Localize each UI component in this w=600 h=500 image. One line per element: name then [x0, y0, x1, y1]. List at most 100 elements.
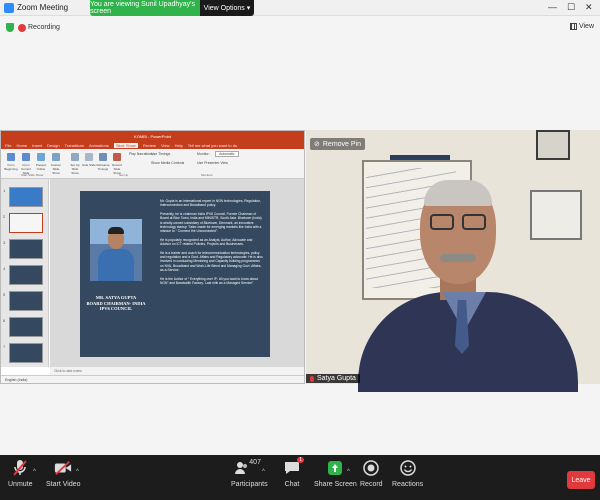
ppt-menu-animations[interactable]: Animations [89, 143, 109, 148]
muted-mic-icon [11, 459, 29, 477]
share-screen-icon [326, 459, 344, 477]
video-off-icon [54, 459, 72, 477]
slide-thumbnail[interactable]: 7 [3, 343, 43, 363]
chat-icon: 1 [283, 457, 304, 477]
remove-pin-button[interactable]: ⊘ Remove Pin [310, 138, 366, 150]
from-beginning-icon[interactable] [7, 153, 15, 161]
meeting-toolbar: Unmute ^ Start Video ^ 407 Participants … [0, 455, 600, 500]
media-controls-check[interactable]: Show Media Controls [151, 161, 184, 165]
presenter-view-check[interactable]: Use Presenter View [197, 161, 228, 165]
record-show-icon[interactable] [113, 153, 121, 161]
muted-mic-icon [310, 375, 314, 382]
chevron-down-icon: ▾ [246, 5, 251, 12]
ppt-menu-transitions[interactable]: Transitions [65, 143, 84, 148]
bio-paragraph: Presently, he is chairman India IPV6 Cou… [160, 211, 262, 234]
ppt-menu-help[interactable]: Help [175, 143, 183, 148]
participants-label: Participants [231, 481, 268, 488]
view-label: View [578, 23, 594, 30]
view-options-label: View Options [203, 4, 245, 12]
participants-caret[interactable]: ^ [262, 469, 265, 475]
record-icon [362, 459, 380, 477]
setup-show-label: Set Up Slide Show [70, 163, 80, 175]
ppt-status-bar: English (India) [1, 375, 304, 383]
group-start-slide-show: Start Slide Show [21, 173, 44, 177]
ppt-menu-home[interactable]: Home [16, 143, 27, 148]
ppt-menu-file[interactable]: File [5, 143, 11, 148]
ppt-menu-slide-show[interactable]: Slide Show [113, 142, 138, 148]
ppt-tell-me[interactable]: Tell me what you want to do [188, 143, 237, 148]
wall-certificate [530, 190, 582, 240]
bio-paragraph: He is popularly recognized as an Analyst… [160, 237, 253, 247]
current-slide[interactable]: MR. SATYA GUPTA BOARD CHAIRMAN- INDIA IP… [80, 191, 270, 357]
slide-thumbnail[interactable]: 6 [3, 317, 43, 337]
view-options-button[interactable]: View Options ▾ [200, 0, 254, 16]
wall-frame [536, 130, 570, 160]
slide-thumbnail[interactable]: 4 [3, 265, 43, 285]
rehearse-icon[interactable] [99, 153, 107, 161]
present-online-icon[interactable] [37, 153, 45, 161]
from-current-icon[interactable] [22, 153, 30, 161]
hide-slide-icon[interactable] [85, 153, 93, 161]
ppt-ribbon: From Beginning From Current Slide Presen… [1, 149, 304, 179]
slide-thumbnail[interactable]: 1 [3, 187, 43, 207]
bio-paragraph: Mr. Gupta is an international expert in … [160, 199, 261, 208]
glasses-icon [430, 214, 454, 230]
ppt-menu-design[interactable]: Design [47, 143, 59, 148]
share-screen-label: Share Screen [314, 481, 357, 488]
shared-screen: KOMBI - PowerPoint File Home Insert Desi… [0, 130, 305, 384]
audio-options-caret[interactable]: ^ [33, 469, 36, 475]
speaker-name-block: MR. SATYA GUPTA BOARD CHAIRMAN- INDIA IP… [84, 295, 148, 312]
hide-slide-label: Hide Slide [82, 163, 96, 167]
video-options-caret[interactable]: ^ [76, 469, 79, 475]
record-label: Record [360, 481, 383, 488]
ppt-menu-review[interactable]: Review [143, 143, 156, 148]
participant-name: Satya Gupta [317, 375, 356, 382]
maximize-button[interactable]: ☐ [567, 2, 575, 13]
leave-button[interactable]: Leave [567, 471, 595, 489]
grid-icon [569, 23, 577, 30]
unmute-button[interactable]: Unmute [8, 459, 33, 488]
ppt-menu-insert[interactable]: Insert [32, 143, 42, 148]
play-narrations-check[interactable]: Play Narrations [129, 152, 153, 156]
from-beginning-label: From Beginning [4, 163, 18, 171]
speaker-photo [90, 219, 142, 281]
recording-icon [18, 24, 26, 32]
slide-thumbnail[interactable]: 5 [3, 291, 43, 311]
shield-icon[interactable] [6, 23, 14, 32]
ppt-menu-bar: File Home Insert Design Transitions Anim… [1, 141, 304, 149]
chat-badge: 1 [297, 457, 304, 463]
share-banner-message: You are viewing Sunil Upadhyay's screen [90, 0, 200, 16]
person-mustache [440, 254, 476, 262]
use-timings-check[interactable]: Use Timings [151, 152, 170, 156]
monitor-label: Monitor: [197, 152, 210, 156]
glasses-icon [462, 214, 486, 230]
slide-thumbnail[interactable]: 3 [3, 239, 43, 259]
pin-icon: ⊘ [314, 141, 320, 148]
share-banner: You are viewing Sunil Upadhyay's screen … [90, 0, 254, 16]
window-title: Zoom Meeting [17, 3, 69, 12]
custom-show-icon[interactable] [52, 153, 60, 161]
meeting-status-bar: Recording View [0, 17, 600, 39]
record-button[interactable]: Record [360, 459, 383, 488]
group-monitors: Monitors [201, 173, 213, 177]
view-button[interactable]: View [569, 23, 594, 30]
share-screen-button[interactable]: Share Screen [314, 459, 357, 488]
participants-icon: 407 [235, 459, 263, 477]
monitor-select[interactable]: Automatic [215, 151, 239, 157]
ppt-menu-view[interactable]: View [161, 143, 170, 148]
slide-thumbnail[interactable]: 2 [3, 213, 43, 233]
minimize-button[interactable]: — [548, 2, 557, 12]
emoji-icon [399, 459, 417, 477]
participant-name-tag: Satya Gupta [306, 374, 360, 383]
bio-paragraph: He is a trainer and coach for telecommun… [160, 250, 263, 273]
unmute-label: Unmute [8, 481, 33, 488]
share-options-caret[interactable]: ^ [347, 469, 350, 475]
group-set-up: Set Up [119, 173, 129, 177]
notes-pane[interactable]: Click to add notes [50, 367, 304, 375]
setup-show-icon[interactable] [71, 153, 79, 161]
close-button[interactable]: ✕ [585, 2, 593, 13]
chat-button[interactable]: 1 Chat [283, 457, 304, 488]
reactions-button[interactable]: Reactions [392, 459, 423, 488]
present-online-label: Present Online [35, 163, 47, 171]
zoom-app-icon [4, 3, 14, 13]
